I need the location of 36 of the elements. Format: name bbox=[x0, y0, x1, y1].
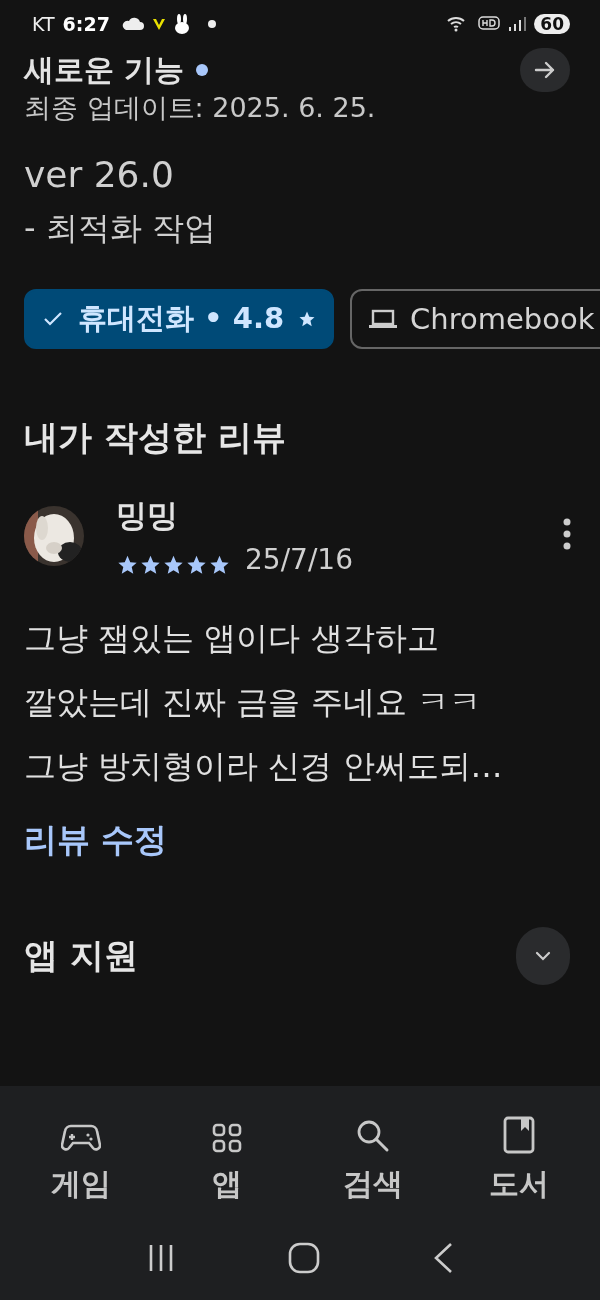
nav-tab[interactable]: 앱 bbox=[167, 1100, 287, 1206]
cloud-icon bbox=[121, 17, 144, 31]
book-icon bbox=[503, 1116, 535, 1154]
back-icon[interactable] bbox=[432, 1242, 454, 1274]
laptop-icon bbox=[368, 308, 399, 330]
review-date: 25/7/16 bbox=[245, 543, 353, 576]
release-notes: - 최적화 작업 bbox=[23, 208, 217, 249]
star-icon bbox=[298, 310, 317, 328]
section-title: 새로운 기능 bbox=[24, 51, 185, 89]
arrow-right-button[interactable] bbox=[520, 48, 570, 92]
gamepad-icon bbox=[61, 1122, 101, 1154]
nav-tab[interactable]: 게임 bbox=[21, 1100, 141, 1206]
section-heading: 앱 지원 bbox=[24, 934, 138, 977]
update-date: 최종 업데이트: 2025. 6. 25. bbox=[23, 91, 377, 125]
reviewer-name: 밍밍 bbox=[116, 496, 179, 535]
device-chip[interactable]: Chromebook bbox=[350, 289, 600, 349]
edit-review-link[interactable]: 리뷰 수정 bbox=[24, 818, 168, 863]
clock-time: 6:27 bbox=[62, 13, 110, 35]
home-icon[interactable] bbox=[288, 1242, 320, 1274]
review-text: 그냥 잼있는 앱이다 생각하고 깔았는데 진짜 금을 주네요 ㅋㅋ 그냥 방치형이라 신경 안써도되… bbox=[24, 618, 504, 787]
battery-level: 60 bbox=[534, 14, 570, 34]
grid-icon bbox=[211, 1122, 243, 1154]
nav-tab[interactable]: 검색 bbox=[313, 1100, 433, 1206]
rabbit-icon bbox=[173, 14, 190, 34]
device-chip[interactable]: 휴대전화 • 4.8 bbox=[24, 289, 335, 349]
nav-tab[interactable]: 도서 bbox=[459, 1100, 579, 1206]
more-vertical-icon bbox=[562, 517, 572, 551]
search-icon bbox=[355, 1118, 391, 1154]
version-text: ver 26.0 bbox=[23, 154, 175, 195]
hd-icon bbox=[478, 16, 501, 32]
new-indicator-dot bbox=[196, 64, 209, 76]
signal-icon bbox=[508, 16, 527, 32]
v-icon bbox=[151, 17, 166, 31]
notification-dot-icon bbox=[207, 20, 216, 28]
section-heading: 내가 작성한 리뷰 bbox=[24, 416, 287, 459]
carrier-name: KT bbox=[32, 13, 55, 35]
